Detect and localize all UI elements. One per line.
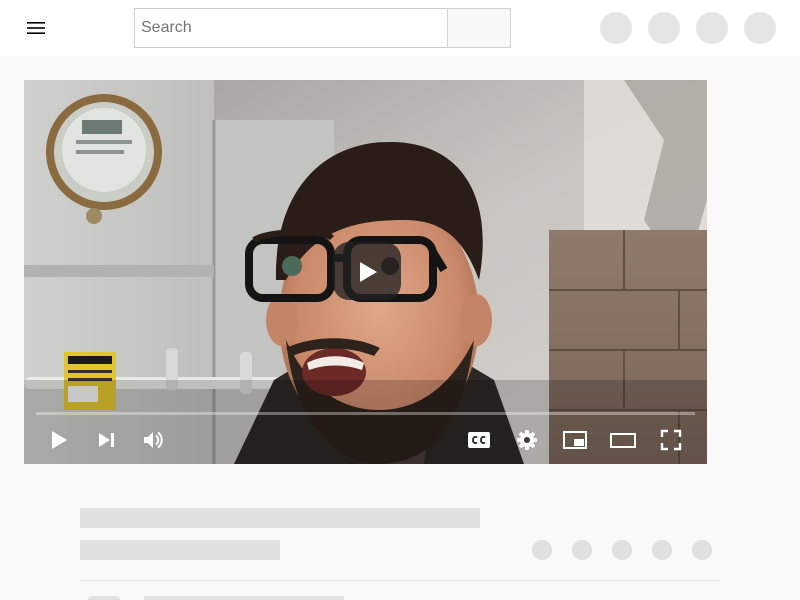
next-button[interactable]: [88, 422, 124, 458]
video-player[interactable]: [24, 80, 707, 464]
play-button[interactable]: [41, 422, 77, 458]
settings-icon: [517, 430, 537, 450]
menu-button[interactable]: [16, 8, 56, 48]
volume-icon: [144, 431, 163, 449]
action-placeholder: [612, 540, 632, 560]
mute-button[interactable]: [135, 422, 171, 458]
play-icon: [52, 431, 67, 449]
notifications-button[interactable]: [696, 12, 728, 44]
search-button[interactable]: [447, 8, 511, 48]
captions-icon: [468, 432, 490, 448]
create-button[interactable]: [600, 12, 632, 44]
miniplayer-button[interactable]: [557, 422, 593, 458]
skip-next-icon: [99, 433, 114, 447]
channel-name-placeholder: [144, 596, 344, 600]
action-placeholder: [532, 540, 552, 560]
views-placeholder: [80, 540, 280, 560]
fullscreen-icon: [660, 429, 682, 451]
action-placeholder: [652, 540, 672, 560]
apps-button[interactable]: [648, 12, 680, 44]
action-placeholder: [572, 540, 592, 560]
search-input[interactable]: [134, 8, 448, 48]
subtitles-button[interactable]: [461, 422, 497, 458]
title-placeholder: [80, 508, 480, 528]
top-bar: [0, 0, 800, 56]
divider: [80, 580, 720, 581]
theater-mode-icon: [610, 433, 636, 448]
large-play-button[interactable]: [333, 242, 401, 300]
play-icon: [360, 262, 377, 282]
channel-avatar-placeholder: [88, 596, 120, 600]
theater-mode-button[interactable]: [605, 422, 641, 458]
action-placeholder: [692, 540, 712, 560]
miniplayer-icon: [563, 431, 587, 449]
settings-button[interactable]: [509, 422, 545, 458]
hamburger-menu-icon: [27, 22, 45, 34]
fullscreen-button[interactable]: [653, 422, 689, 458]
avatar[interactable]: [744, 12, 776, 44]
progress-bar[interactable]: [36, 412, 695, 415]
